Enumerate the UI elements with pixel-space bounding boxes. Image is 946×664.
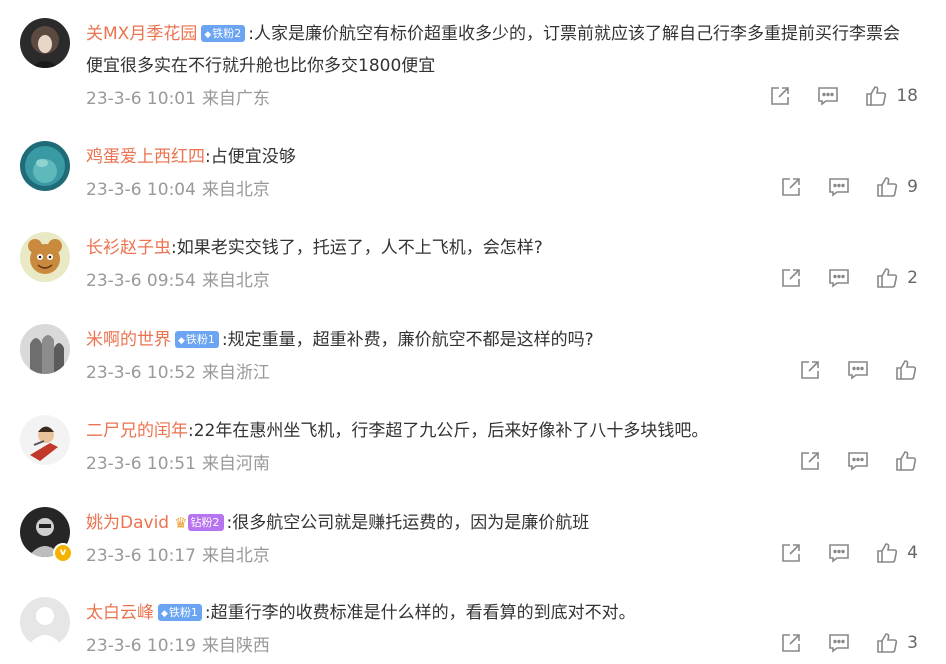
comment-icon[interactable]	[827, 541, 851, 565]
comment-meta: 23-3-6 10:51 来自河南	[86, 449, 270, 474]
comment-location: 来自广东	[201, 89, 270, 109]
comment-time: 23-3-6 09:54	[86, 271, 196, 291]
comment-actions: 4	[755, 541, 918, 565]
verified-icon: v	[53, 543, 73, 563]
comment-actions	[774, 449, 918, 473]
comment-time: 23-3-6 10:51	[86, 454, 196, 474]
fan-badge[interactable]: ◆铁粉1	[175, 331, 219, 348]
comment-icon[interactable]	[816, 84, 840, 108]
like-count: 9	[907, 177, 918, 197]
comment-time: 23-3-6 10:01	[86, 89, 196, 109]
username[interactable]: 米啊的世界	[86, 330, 171, 350]
fan-badge[interactable]: 钻粉2	[187, 514, 224, 531]
comment-body: 米啊的世界 ◆铁粉1:规定重量，超重补费，廉价航空不都是这样的吗?	[86, 324, 916, 356]
share-icon[interactable]	[779, 631, 803, 655]
share-icon[interactable]	[798, 449, 822, 473]
comment-text: 很多航空公司就是赚托运费的，因为是廉价航班	[232, 513, 590, 533]
comment-meta: 23-3-6 10:19 来自陕西	[86, 631, 270, 656]
share-icon[interactable]	[779, 266, 803, 290]
comment-icon[interactable]	[827, 631, 851, 655]
comment-icon[interactable]	[846, 358, 870, 382]
like-icon[interactable]	[875, 266, 899, 290]
comment-body: 关MX月季花园 ◆铁粉2:人家是廉价航空有标价超重收多少的，订票前就应该了解自己行…	[86, 18, 916, 82]
diamond-icon: ◆	[161, 609, 168, 619]
username[interactable]: 关MX月季花园	[86, 24, 197, 44]
comment-body: 鸡蛋爱上西红四:占便宜没够	[86, 141, 916, 173]
comment-meta: 23-3-6 10:01 来自广东	[86, 84, 270, 109]
comment-body: 姚为David ♛ 钻粉2:很多航空公司就是赚托运费的，因为是廉价航班	[86, 507, 916, 539]
comment-text: 22年在惠州坐飞机，行李超了九公斤，后来好像补了八十多块钱吧。	[193, 421, 709, 441]
crown-icon: ♛	[174, 514, 188, 532]
username[interactable]: 二尸兄的闰年	[86, 421, 188, 441]
comment-location: 来自北京	[201, 546, 270, 566]
username[interactable]: 鸡蛋爱上西红四	[86, 147, 205, 167]
like-count: 4	[907, 543, 918, 563]
avatar[interactable]	[20, 415, 70, 465]
username[interactable]: 太白云峰	[86, 603, 154, 623]
comment-time: 23-3-6 10:52	[86, 363, 196, 383]
like-icon[interactable]	[894, 449, 918, 473]
comment-actions: 3	[755, 631, 918, 655]
comment-icon[interactable]	[846, 449, 870, 473]
comment-icon[interactable]	[827, 266, 851, 290]
avatar[interactable]	[20, 141, 70, 191]
comment-meta: 23-3-6 10:17 来自北京	[86, 541, 270, 566]
share-icon[interactable]	[779, 175, 803, 199]
avatar[interactable]	[20, 324, 70, 374]
comment-location: 来自北京	[201, 271, 270, 291]
comment-location: 来自北京	[201, 180, 270, 200]
fan-badge[interactable]: ◆铁粉2	[201, 25, 246, 42]
fan-badge[interactable]: ◆铁粉1	[158, 604, 202, 621]
comment-icon[interactable]	[827, 175, 851, 199]
like-icon[interactable]	[875, 631, 899, 655]
like-icon[interactable]	[875, 175, 899, 199]
comment-location: 来自陕西	[201, 636, 270, 656]
like-count: 18	[896, 86, 918, 106]
comment-body: 二尸兄的闰年:22年在惠州坐飞机，行李超了九公斤，后来好像补了八十多块钱吧。	[86, 415, 916, 447]
comment-time: 23-3-6 10:17	[86, 546, 196, 566]
comment-body: 太白云峰 ◆铁粉1:超重行李的收费标准是什么样的，看看算的到底对不对。	[86, 597, 916, 629]
comment-actions: 2	[755, 266, 918, 290]
comment-meta: 23-3-6 10:52 来自浙江	[86, 358, 270, 383]
like-count: 2	[907, 268, 918, 288]
comment-meta: 23-3-6 09:54 来自北京	[86, 266, 270, 291]
comment-meta: 23-3-6 10:04 来自北京	[86, 175, 270, 200]
avatar[interactable]	[20, 232, 70, 282]
avatar[interactable]	[20, 597, 70, 647]
like-icon[interactable]	[864, 84, 888, 108]
diamond-icon: ◆	[204, 30, 212, 40]
comment-location: 来自河南	[201, 454, 270, 474]
like-icon[interactable]	[894, 358, 918, 382]
comment-text: 占便宜没够	[210, 147, 296, 167]
comment-time: 23-3-6 10:04	[86, 180, 196, 200]
diamond-icon: ◆	[178, 336, 185, 346]
comment-body: 长衫赵子虫:如果老实交钱了，托运了，人不上飞机，会怎样?	[86, 232, 916, 264]
username[interactable]: 长衫赵子虫	[86, 238, 171, 258]
share-icon[interactable]	[798, 358, 822, 382]
comment-actions: 18	[744, 84, 918, 108]
like-count: 3	[907, 633, 918, 653]
comment-text: 如果老实交钱了，托运了，人不上飞机，会怎样?	[176, 238, 543, 258]
comment-time: 23-3-6 10:19	[86, 636, 196, 656]
share-icon[interactable]	[768, 84, 792, 108]
like-icon[interactable]	[875, 541, 899, 565]
comment-location: 来自浙江	[201, 363, 270, 383]
comment-actions: 9	[755, 175, 918, 199]
avatar[interactable]	[20, 18, 70, 68]
comment-actions	[774, 358, 918, 382]
share-icon[interactable]	[779, 541, 803, 565]
comment-text: 超重行李的收费标准是什么样的，看看算的到底对不对。	[210, 603, 636, 623]
comment-text: 规定重量，超重补费，廉价航空不都是这样的吗?	[227, 330, 594, 350]
username[interactable]: 姚为David	[86, 513, 169, 533]
